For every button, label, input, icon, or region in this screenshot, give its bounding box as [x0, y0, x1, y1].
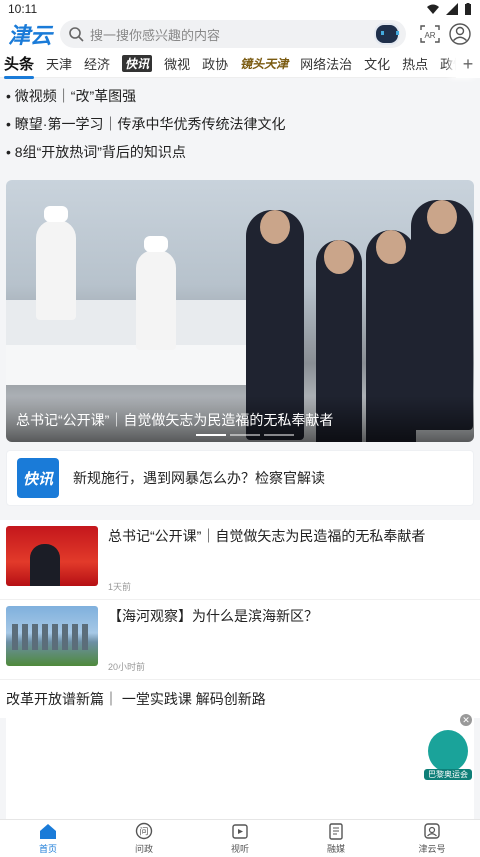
ask-icon: 问: [135, 822, 153, 840]
nav-label: 首页: [38, 844, 57, 854]
news-title: 【海河观察】为什么是滨海新区？: [108, 608, 318, 624]
top-header: 津云 搜一搜你感兴趣的内容 AR: [0, 18, 480, 50]
tab-cyber-law[interactable]: 网络法治: [300, 54, 352, 73]
nav-account[interactable]: 津云号: [384, 820, 480, 857]
nav-video[interactable]: 视听: [192, 820, 288, 857]
account-icon: [424, 823, 440, 839]
news-item[interactable]: 总书记“公开课”｜自觉做矢志为民造福的无私奉献者 1天前: [0, 520, 480, 600]
video-icon: [232, 824, 248, 839]
home-icon: [40, 824, 56, 839]
search-placeholder: 搜一搜你感兴趣的内容: [90, 27, 221, 43]
svg-text:AR: AR: [424, 31, 435, 40]
user-button[interactable]: [448, 22, 472, 46]
news-thumbnail: [6, 526, 98, 586]
tab-micro-video[interactable]: 微视: [164, 54, 190, 73]
carousel-dot: [230, 434, 260, 436]
nav-label: 津云号: [418, 844, 446, 854]
nav-label: 融媒: [326, 844, 345, 854]
tab-cppcc[interactable]: 政协: [202, 54, 228, 73]
carousel-dot: [264, 434, 294, 436]
search-bar[interactable]: 搜一搜你感兴趣的内容: [60, 20, 406, 48]
olympic-float-badge[interactable]: ✕ 巴黎奥运会: [424, 714, 472, 780]
olympic-emblem-icon: [426, 728, 470, 774]
tab-culture[interactable]: 文化: [364, 54, 390, 73]
quick-links: • 微视频｜“改”革图强 • 瞭望·第一学习｜传承中华优秀传统法律文化 • 8组…: [0, 78, 480, 170]
status-time: 10:11: [8, 2, 38, 16]
tab-headlines[interactable]: 头条: [4, 53, 35, 79]
news-thumbnail: [6, 606, 98, 666]
signal-icon: [446, 3, 458, 15]
nav-label: 问政: [134, 844, 153, 854]
close-icon[interactable]: ✕: [460, 714, 472, 726]
olympic-label: 巴黎奥运会: [424, 769, 472, 780]
tab-hot[interactable]: 热点: [402, 54, 428, 73]
flash-news-badge: 快讯: [17, 458, 59, 498]
hero-image-chef: [36, 206, 76, 320]
tab-flash-news[interactable]: 快讯: [122, 55, 153, 72]
svg-text:问: 问: [139, 826, 148, 838]
news-time: 1天前: [108, 582, 132, 592]
flash-news-card[interactable]: 快讯 新规施行，遇到网暴怎么办？检察官解读: [6, 450, 474, 506]
status-icons: [426, 3, 472, 15]
content-card-placeholder: [6, 718, 474, 832]
ar-icon: AR: [420, 25, 440, 43]
bottom-nav: 首页 问 问政 视听 融媒 津云号: [0, 819, 480, 857]
wifi-icon: [427, 4, 439, 14]
quick-link[interactable]: • 微视频｜“改”革图强: [6, 86, 474, 114]
add-channel-icon[interactable]: +: [456, 50, 480, 78]
search-icon: [69, 27, 84, 42]
news-title: 总书记“公开课”｜自觉做矢志为民造福的无私奉献者: [108, 528, 426, 544]
hero-image-counter-front: [6, 345, 256, 385]
tab-economy[interactable]: 经济: [84, 54, 110, 73]
battery-icon: [465, 3, 471, 15]
ai-assistant-icon[interactable]: [374, 23, 400, 45]
quick-link[interactable]: • 8组“开放热词”背后的知识点: [6, 142, 474, 170]
hero-image-chef: [136, 236, 176, 350]
hero-carousel[interactable]: 总书记“公开课”｜自觉做矢志为民造福的无私奉献者: [6, 180, 474, 442]
tab-tianjin[interactable]: 天津: [46, 54, 72, 73]
tab-lens-tianjin[interactable]: 镜头天津: [240, 55, 288, 72]
news-time: 20小时前: [108, 662, 146, 672]
section-title[interactable]: 改革开放谱新篇｜ 一堂实践课 解码创新路: [0, 680, 480, 718]
carousel-indicator: [196, 434, 294, 436]
nav-media[interactable]: 融媒: [288, 820, 384, 857]
app-logo[interactable]: 津云: [8, 18, 54, 50]
status-bar: 10:11: [0, 0, 480, 18]
user-avatar-icon: [449, 23, 471, 45]
channel-tabs: 头条 天津 经济 快讯 微视 政协 镜头天津 网络法治 文化 热点 政情 +: [0, 50, 480, 79]
nav-label: 视听: [230, 844, 249, 854]
news-item[interactable]: 【海河观察】为什么是滨海新区？ 20小时前: [0, 600, 480, 680]
carousel-dot: [196, 434, 226, 436]
flash-news-text: 新规施行，遇到网暴怎么办？检察官解读: [73, 470, 325, 486]
ar-button[interactable]: AR: [418, 22, 442, 46]
nav-home[interactable]: 首页: [0, 820, 96, 857]
media-icon: [329, 823, 343, 840]
news-list: 总书记“公开课”｜自觉做矢志为民造福的无私奉献者 1天前 【海河观察】为什么是滨…: [0, 520, 480, 718]
quick-link[interactable]: • 瞭望·第一学习｜传承中华优秀传统法律文化: [6, 114, 474, 142]
nav-ask[interactable]: 问 问政: [96, 820, 192, 857]
